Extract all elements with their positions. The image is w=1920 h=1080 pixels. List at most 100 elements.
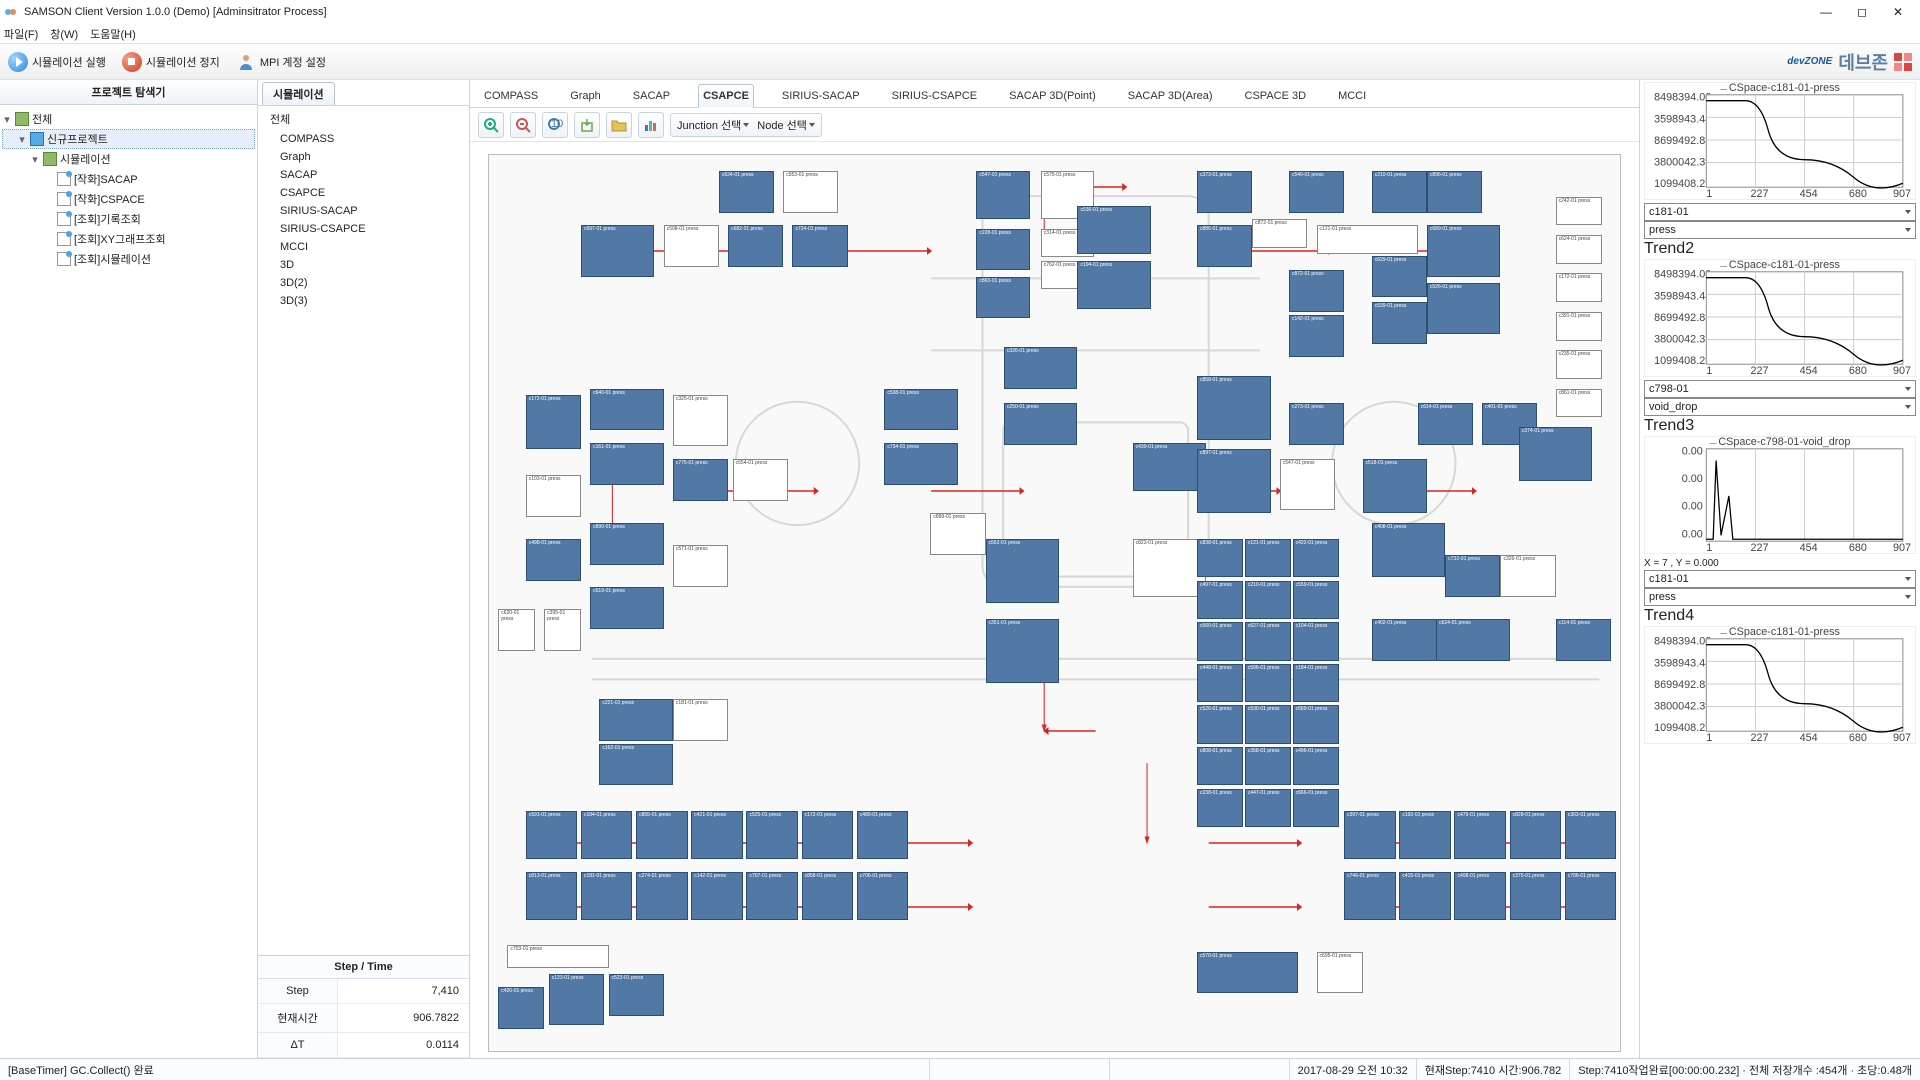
- diagram-node[interactable]: c184-01 press: [1293, 664, 1339, 702]
- diagram-node[interactable]: c448-01 press: [1197, 664, 1243, 702]
- diagram-node[interactable]: c838-01 press: [1197, 539, 1243, 577]
- export-button[interactable]: [574, 112, 600, 138]
- diagram-node[interactable]: c654-01 press: [733, 459, 788, 501]
- diagram-node[interactable]: c552-01 press: [986, 539, 1060, 603]
- diagram-node[interactable]: c142-01 press: [1289, 315, 1344, 357]
- diagram-node[interactable]: c872-01 press: [1252, 219, 1307, 248]
- diagram-node[interactable]: c422-01 press: [1293, 539, 1339, 577]
- diagram-node[interactable]: c420-01 press: [498, 987, 544, 1029]
- list-item[interactable]: SACAP: [266, 166, 461, 184]
- diagram-node[interactable]: c210-01 press: [1245, 581, 1291, 619]
- open-folder-button[interactable]: [606, 112, 632, 138]
- tab-cspace-3d[interactable]: CSPACE 3D: [1241, 85, 1311, 107]
- diagram-node[interactable]: c823-01 press: [1133, 539, 1207, 597]
- tab-sacap-3d-point[interactable]: SACAP 3D(Point): [1005, 85, 1100, 107]
- diagram-node[interactable]: c374-01 press: [1519, 427, 1593, 481]
- tab-mcci[interactable]: MCCI: [1334, 85, 1370, 107]
- diagram-node[interactable]: c530-01 press: [1245, 705, 1291, 743]
- diagram-node[interactable]: c480-01 press: [857, 811, 908, 859]
- tab-sirius-csapce[interactable]: SIRIUS-CSAPCE: [888, 85, 982, 107]
- tab-sacap-3d-area[interactable]: SACAP 3D(Area): [1124, 85, 1217, 107]
- tree-item[interactable]: [작화]SACAP: [2, 169, 255, 189]
- diagram-node[interactable]: c508-01 press: [664, 225, 719, 267]
- diagram-node[interactable]: c540-01 press: [1289, 171, 1344, 213]
- diagram-node[interactable]: c863-01 press: [976, 277, 1029, 319]
- diagram-node[interactable]: c591-01 press: [526, 811, 577, 859]
- diagram-node[interactable]: c210-01 press: [1372, 171, 1427, 213]
- diagram-node[interactable]: c375-01 press: [1510, 872, 1561, 920]
- tree-item[interactable]: [조회]XY그래프조회: [2, 229, 255, 249]
- diagram-node[interactable]: c858-01 press: [802, 872, 853, 920]
- diagram-node[interactable]: c326-01 press: [1004, 347, 1078, 389]
- diagram-node[interactable]: c640-01 press: [590, 389, 664, 431]
- tab-sirius-sacap[interactable]: SIRIUS-SACAP: [778, 85, 864, 107]
- menu-window[interactable]: 창(W): [50, 26, 78, 42]
- diagram-node[interactable]: c439-01 press: [1133, 443, 1207, 491]
- diagram-node[interactable]: c242-01 press: [1556, 197, 1602, 226]
- diagram-node[interactable]: c813-01 press: [526, 872, 577, 920]
- junction-node-selector[interactable]: Junction 선택 Node 선택: [670, 113, 822, 137]
- diagram-node[interactable]: c629-01 press: [1372, 256, 1427, 298]
- simulation-tab[interactable]: 시뮬레이션: [262, 82, 335, 105]
- diagram-node[interactable]: c325-01 press: [673, 395, 728, 446]
- list-item[interactable]: 3D(3): [266, 292, 461, 310]
- diagram-node[interactable]: c121-01 press: [1245, 539, 1291, 577]
- diagram-node[interactable]: c518-01 press: [1363, 459, 1427, 513]
- diagram-node[interactable]: c114-01 press: [1556, 619, 1611, 661]
- diagram-node[interactable]: c707-01 press: [746, 872, 797, 920]
- diagram-node[interactable]: c872-01 press: [1289, 270, 1344, 312]
- diagram-node[interactable]: c181-01 press: [581, 872, 632, 920]
- diagram-node[interactable]: c497-01 press: [1197, 581, 1243, 619]
- diagram-node[interactable]: c689-01 press: [1293, 705, 1339, 743]
- list-item[interactable]: CSAPCE: [266, 184, 461, 202]
- diagram-node[interactable]: c221-01 press: [599, 699, 673, 741]
- tree-project[interactable]: ▾신규프로젝트: [2, 129, 255, 149]
- list-item[interactable]: MCCI: [266, 238, 461, 256]
- diagram-node[interactable]: c886-01 press: [1197, 225, 1252, 267]
- menu-help[interactable]: 도움말(H): [90, 26, 136, 42]
- tree-root[interactable]: ▾전체: [2, 109, 255, 129]
- list-item[interactable]: SIRIUS-CSAPCE: [266, 220, 461, 238]
- diagram-node[interactable]: c620-01 press: [498, 609, 535, 651]
- diagram-node[interactable]: c624-01 press: [1556, 235, 1602, 264]
- diagram-node[interactable]: c828-01 press: [1510, 811, 1561, 859]
- zoom-out-button[interactable]: [510, 112, 536, 138]
- diagram-node[interactable]: c614-01 press: [1418, 403, 1473, 445]
- diagram-node[interactable]: c547-01 press: [976, 171, 1029, 219]
- chart-button[interactable]: [638, 112, 664, 138]
- tab-sacap[interactable]: SACAP: [629, 85, 674, 107]
- diagram-node[interactable]: c123-01 press: [549, 974, 604, 1025]
- tab-csapce[interactable]: CSAPCE: [698, 84, 754, 108]
- diagram-node[interactable]: c526-01 press: [1197, 705, 1243, 743]
- diagram-node[interactable]: c724-01 press: [792, 225, 847, 267]
- diagram-node[interactable]: c303-01 press: [1565, 811, 1616, 859]
- diagram-node[interactable]: c408-01 press: [1372, 523, 1446, 577]
- diagram-node[interactable]: c351-01 press: [986, 619, 1060, 683]
- mpi-settings-button[interactable]: MPI 계정 설정: [236, 52, 326, 72]
- zoom-in-button[interactable]: [478, 112, 504, 138]
- stop-simulation-button[interactable]: 시뮬레이션 정지: [122, 52, 220, 72]
- diagram-node[interactable]: c273-01 press: [1289, 403, 1344, 445]
- diagram-node[interactable]: c858-01 press: [1197, 376, 1271, 440]
- diagram-node[interactable]: c358-01 press: [1245, 747, 1291, 785]
- diagram-node[interactable]: c689-01 press: [1427, 225, 1501, 276]
- diagram-node[interactable]: c896-01 press: [1427, 171, 1482, 213]
- diagram-node[interactable]: c447-01 press: [1245, 789, 1291, 827]
- diagram-node[interactable]: c697-01 press: [581, 225, 655, 276]
- diagram-node[interactable]: c525-01 press: [746, 811, 797, 859]
- diagram-node[interactable]: c571-01 press: [673, 545, 728, 587]
- diagram-node[interactable]: c682-01 press: [728, 225, 783, 267]
- diagram-node[interactable]: c397-01 press: [1344, 811, 1395, 859]
- list-item[interactable]: 3D: [266, 256, 461, 274]
- diagram-node[interactable]: c624-01 press: [1436, 619, 1510, 661]
- diagram-node[interactable]: c103-01 press: [526, 475, 581, 517]
- zoom-fit-button[interactable]: 100: [542, 112, 568, 138]
- diagram-node[interactable]: c560-01 press: [1197, 622, 1243, 660]
- tree-simulation[interactable]: ▾시뮬레이션: [2, 149, 255, 169]
- trend2-series-select[interactable]: c798-01: [1644, 380, 1916, 398]
- list-item[interactable]: COMPASS: [266, 130, 461, 148]
- diagram-node[interactable]: c732-01 press: [1445, 555, 1500, 597]
- diagram-node[interactable]: c734-01 press: [884, 443, 958, 485]
- diagram-node[interactable]: c181-01 press: [673, 699, 728, 741]
- tree-item[interactable]: [조회]시뮬레이션: [2, 249, 255, 269]
